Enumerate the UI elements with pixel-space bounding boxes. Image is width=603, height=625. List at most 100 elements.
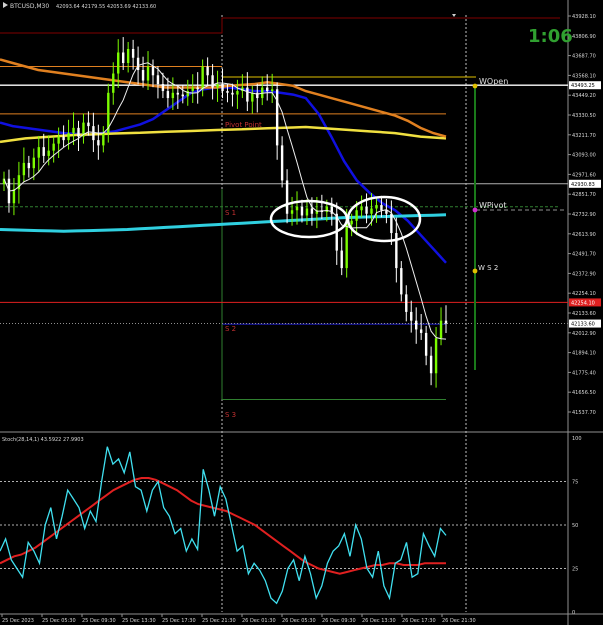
candle-body [131,48,135,58]
candle-body [27,162,31,169]
candle-body [345,224,348,269]
ws2-dot [472,268,478,274]
stoch-tick-label: 50 [572,523,578,529]
wopen-label: WOpen [479,77,508,86]
price-tick-label: 43211.70 [572,133,596,139]
candle-body [390,213,393,234]
candle-body [305,208,309,216]
price-box-label: 42133.60 [571,322,595,328]
price-box-label: 42254.10 [571,300,595,306]
candle-body [325,206,329,212]
candle-body [102,133,105,146]
candle-body [32,157,35,169]
candle-body [285,180,289,214]
time-tick-label: 26 Dec 09:30 [322,618,356,624]
price-tick-label: 42971.60 [572,172,596,178]
level-label-s1: S 1 [225,209,236,217]
candle-body [280,145,284,181]
price-tick-label: 41775.40 [572,370,596,376]
stoch-tick-label: 100 [572,436,582,442]
candle-body [251,92,254,102]
candle-body [350,220,353,225]
candle-body [355,210,358,221]
price-box-label: 42930.83 [571,182,595,188]
stoch-tick-label: 0 [572,610,575,616]
candle-body [211,75,214,88]
candle-body [196,87,199,90]
time-tick-label: 25 Dec 17:30 [162,618,196,624]
candle-body [340,250,343,269]
price-tick-label: 41537.70 [572,410,596,416]
stoch-label: Stoch(28,14,1) 43.5922 27.9903 [2,437,84,443]
price-tick-label: 43806.90 [572,34,596,40]
candle-body [72,127,75,134]
price-tick-label: 42732.90 [572,212,596,218]
candle-body [201,66,204,90]
candle-body [290,210,294,214]
price-box-label: 43493.25 [571,83,595,89]
price-tick-label: 42851.70 [572,192,596,198]
price-tick-label: 43449.20 [572,93,596,99]
candle-body [146,66,150,81]
price-tick-label: 42613.90 [572,232,596,238]
candle-body [266,87,269,92]
price-tick-label: 43568.10 [572,73,596,79]
price-tick-label: 42254.10 [572,291,596,297]
time-tick-label: 26 Dec 05:30 [282,618,316,624]
candle-body [439,320,443,339]
candle-body [126,48,130,64]
chart-svg[interactable]: Pivot Point S 1 S 2 S 3 WOpen WPivot W S 2 4392… [0,0,603,625]
wpivot-label: WPivot [479,201,507,210]
time-tick-label: 25 Dec 05:30 [42,618,76,624]
time-tick-label: 25 Dec 09:30 [82,618,116,624]
wpivot-dot [472,207,478,213]
candle-body [295,206,299,211]
candle-body [365,206,368,214]
candle-body [42,147,45,156]
candle-body [156,75,160,85]
price-tick-label: 42491.70 [572,252,596,258]
candle-body [405,294,408,312]
candle-body [92,126,95,141]
candle-body [121,52,125,64]
candle-body [221,84,224,92]
time-tick-label: 26 Dec 13:30 [362,618,396,624]
candle-body [415,320,418,330]
candle-body [176,92,180,95]
candle-body [400,268,403,295]
candle-body [300,206,304,216]
pivot-point-label: Pivot Point [225,121,262,129]
time-tick-label: 25 Dec 21:30 [202,618,236,624]
candle-body [375,204,378,209]
price-tick-label: 43330.50 [572,113,596,119]
level-label-s3: S 3 [225,411,236,419]
price-tick-label: 41894.10 [572,351,596,357]
time-tick-label: 25 Dec 2023 [2,618,34,624]
candle-body [161,84,165,92]
ohlc-values: 42093.64 42179.55 42053.69 42133.60 [56,4,156,10]
candle-body [270,89,274,92]
candle-body [52,143,55,151]
candle-body [275,89,279,146]
price-tick-label: 43687.70 [572,54,596,60]
candle-body [191,87,194,92]
candle-body [380,204,383,211]
candle-body [166,91,170,99]
candle-body [216,84,219,88]
candle-body [97,140,100,146]
stoch-tick-label: 25 [572,567,578,573]
price-tick-label: 42012.90 [572,331,596,337]
time-tick-label: 26 Dec 01:30 [242,618,276,624]
price-tick-label: 42372.90 [572,271,596,277]
background [0,0,603,625]
candle-body [360,206,363,211]
price-tick-label: 42133.60 [572,311,596,317]
candle-body [434,338,438,374]
candle-body [151,66,155,76]
level-label-s2: S 2 [225,325,236,333]
candle-body [310,208,314,214]
time-tick-label: 25 Dec 13:30 [122,618,156,624]
candle-body [112,73,115,93]
candle-body [171,92,175,99]
candle-body [22,162,26,176]
